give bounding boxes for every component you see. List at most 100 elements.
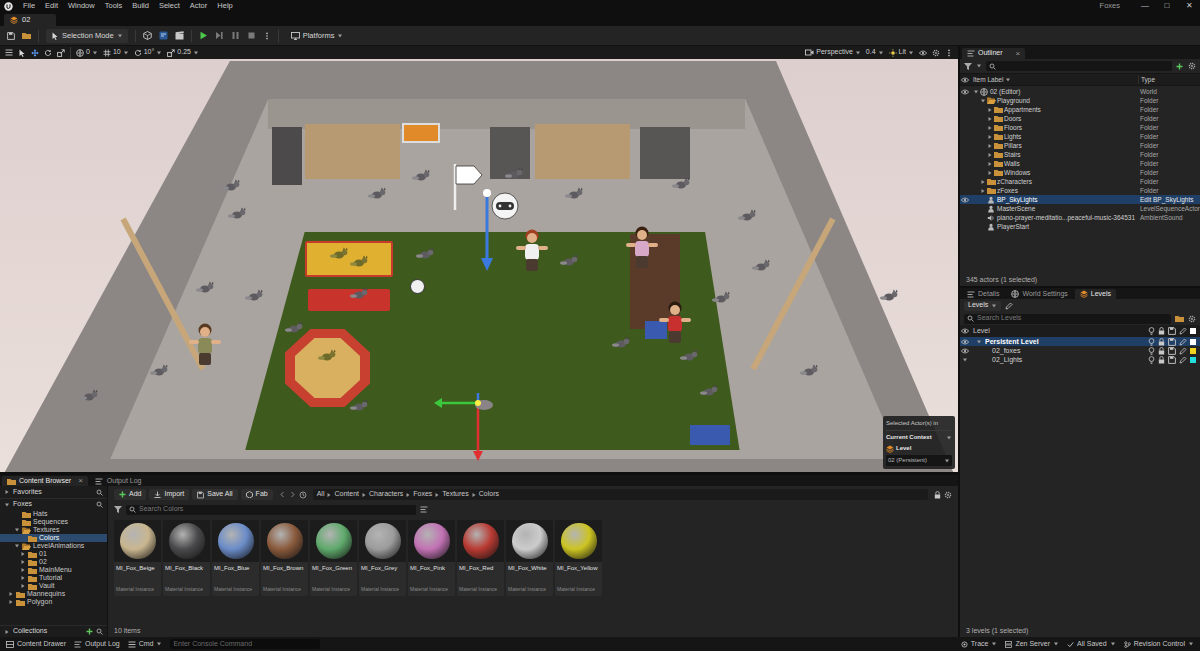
expand-arrow-icon[interactable] — [20, 551, 26, 557]
expand-arrow-icon[interactable] — [980, 197, 986, 203]
outliner-row[interactable]: 02 (Editor)World — [960, 87, 1200, 96]
expand-arrow-icon[interactable] — [987, 125, 993, 131]
document-tab[interactable]: 02 — [4, 14, 56, 26]
menu-item[interactable]: Help — [212, 0, 237, 12]
menu-item[interactable]: Window — [63, 0, 100, 12]
level-color-swatch[interactable] — [1190, 357, 1196, 363]
expand-arrow-icon[interactable] — [20, 583, 26, 589]
expand-arrow-icon[interactable] — [8, 591, 14, 597]
breadcrumb-item[interactable]: Textures — [442, 489, 468, 500]
outliner-row[interactable]: PlayerStart — [960, 222, 1200, 231]
collections-header[interactable]: Collections — [0, 625, 107, 637]
outliner-row[interactable]: BP_SkyLightsEdit BP_SkyLights — [960, 195, 1200, 204]
folder-row[interactable]: Polygon — [0, 598, 107, 606]
breadcrumb-item[interactable]: All — [317, 489, 325, 500]
favorites-header[interactable]: Favorites — [0, 486, 107, 498]
visibility-toggle-icon[interactable] — [960, 168, 970, 177]
status-button[interactable]: Output Log — [74, 639, 120, 650]
visibility-toggle-icon[interactable] — [960, 186, 970, 195]
expand-arrow-icon[interactable] — [983, 357, 989, 363]
status-button[interactable]: Content Drawer — [6, 639, 66, 650]
menu-item[interactable]: Select — [154, 0, 185, 12]
expand-arrow-icon[interactable] — [980, 179, 986, 185]
visibility-toggle-icon[interactable] — [960, 159, 970, 168]
outliner-row[interactable]: piano-prayer-meditatio...peaceful-music-… — [960, 213, 1200, 222]
expand-arrow-icon[interactable] — [973, 89, 979, 95]
column-header[interactable]: Item Label — [970, 75, 1138, 85]
outliner-row[interactable]: FloorsFolder — [960, 123, 1200, 132]
context-header[interactable]: Current Context — [886, 430, 952, 442]
expand-arrow-icon[interactable] — [20, 575, 26, 581]
visibility-toggle-icon[interactable] — [960, 132, 970, 141]
visibility-toggle-icon[interactable] — [960, 123, 970, 132]
snap-setting[interactable]: 10° — [134, 47, 163, 58]
outliner-row[interactable]: StairsFolder — [960, 150, 1200, 159]
column-header[interactable]: Type — [1138, 75, 1200, 85]
platforms-button[interactable]: Platforms — [286, 29, 349, 43]
outliner-row[interactable]: zFoxesFolder — [960, 186, 1200, 195]
breadcrumb-item[interactable]: Characters — [369, 489, 403, 500]
expand-arrow-icon[interactable] — [14, 527, 20, 533]
outliner-row[interactable]: AppartmentsFolder — [960, 105, 1200, 114]
expand-arrow-icon[interactable] — [980, 188, 986, 194]
folder-row[interactable]: 02 — [0, 558, 107, 566]
visibility-toggle-icon[interactable] — [960, 150, 970, 159]
asset-tile[interactable]: MI_Fox_BlueMaterial Instance — [212, 520, 259, 596]
outliner-row[interactable]: DoorsFolder — [960, 114, 1200, 123]
menu-item[interactable]: Tools — [100, 0, 128, 12]
asset-tile[interactable]: MI_Fox_RedMaterial Instance — [457, 520, 504, 596]
visibility-toggle-icon[interactable] — [960, 96, 970, 105]
snap-setting[interactable]: 10 — [103, 47, 129, 58]
expand-arrow-icon[interactable] — [983, 348, 989, 354]
add-button[interactable]: Add — [114, 489, 146, 500]
asset-tile[interactable]: MI_Fox_PinkMaterial Instance — [408, 520, 455, 596]
visibility-toggle-icon[interactable] — [960, 114, 970, 123]
status-button[interactable]: Revision Control — [1124, 639, 1194, 650]
outliner-row[interactable]: zCharactersFolder — [960, 177, 1200, 186]
status-button[interactable]: Trace — [961, 639, 998, 650]
asset-tile[interactable]: MI_Fox_GreyMaterial Instance — [359, 520, 406, 596]
folder-row[interactable]: LevelAnimations — [0, 542, 107, 550]
asset-tile[interactable]: MI_Fox_WhiteMaterial Instance — [506, 520, 553, 596]
status-button[interactable]: Cmd — [128, 639, 163, 650]
outliner-row[interactable]: LightsFolder — [960, 132, 1200, 141]
visibility-toggle-icon[interactable] — [960, 222, 970, 231]
asset-tile[interactable]: MI_Fox_GreenMaterial Instance — [310, 520, 357, 596]
expand-arrow-icon[interactable] — [987, 134, 993, 140]
level-scene[interactable]: Selected Actor(s) inCurrent ContextLevel… — [0, 59, 958, 472]
folder-row[interactable]: Mannequins — [0, 590, 107, 598]
expand-arrow-icon[interactable] — [987, 170, 993, 176]
folder-row[interactable]: Vault — [0, 582, 107, 590]
breadcrumb-item[interactable]: Colors — [479, 489, 499, 500]
levels-search-input[interactable] — [977, 313, 1168, 324]
visibility-toggle-icon[interactable] — [960, 195, 970, 204]
expand-arrow-icon[interactable] — [987, 143, 993, 149]
camera-speed-button[interactable]: 0.4 — [866, 47, 884, 58]
expand-arrow-icon[interactable] — [14, 511, 20, 517]
outliner-row[interactable]: WallsFolder — [960, 159, 1200, 168]
level-row[interactable]: 02_Lights — [960, 355, 1200, 364]
project-root[interactable]: Foxes — [0, 498, 107, 510]
close-button[interactable]: × — [1016, 50, 1021, 58]
asset-tile[interactable]: MI_Fox_BlackMaterial Instance — [163, 520, 210, 596]
folder-row[interactable]: Colors — [0, 534, 107, 542]
level-row[interactable]: 02_foxes — [960, 346, 1200, 355]
panel-tab[interactable]: Content Browser× — [2, 476, 88, 486]
level-row[interactable]: Persistent Level — [960, 337, 1200, 346]
panel-tab[interactable]: Output Log — [90, 476, 147, 486]
window-control[interactable]: ✕ — [1178, 0, 1200, 12]
visibility-toggle-icon[interactable] — [960, 204, 970, 213]
outliner-row[interactable]: PillarsFolder — [960, 141, 1200, 150]
outliner-row[interactable]: MasterSceneLevelSequenceActor — [960, 204, 1200, 213]
visibility-toggle-icon[interactable] — [960, 177, 970, 186]
expand-arrow-icon[interactable] — [980, 224, 986, 230]
expand-arrow-icon[interactable] — [20, 535, 26, 541]
expand-arrow-icon[interactable] — [987, 161, 993, 167]
asset-tile[interactable]: MI_Fox_BeigeMaterial Instance — [114, 520, 161, 596]
outliner-row[interactable]: PlaygroundFolder — [960, 96, 1200, 105]
visibility-toggle-icon[interactable] — [960, 355, 970, 364]
save-all-button[interactable]: Save All — [192, 489, 237, 500]
panel-tab[interactable]: Details — [962, 289, 1004, 299]
visibility-toggle-icon[interactable] — [960, 337, 970, 346]
level-color-swatch[interactable] — [1190, 348, 1196, 354]
